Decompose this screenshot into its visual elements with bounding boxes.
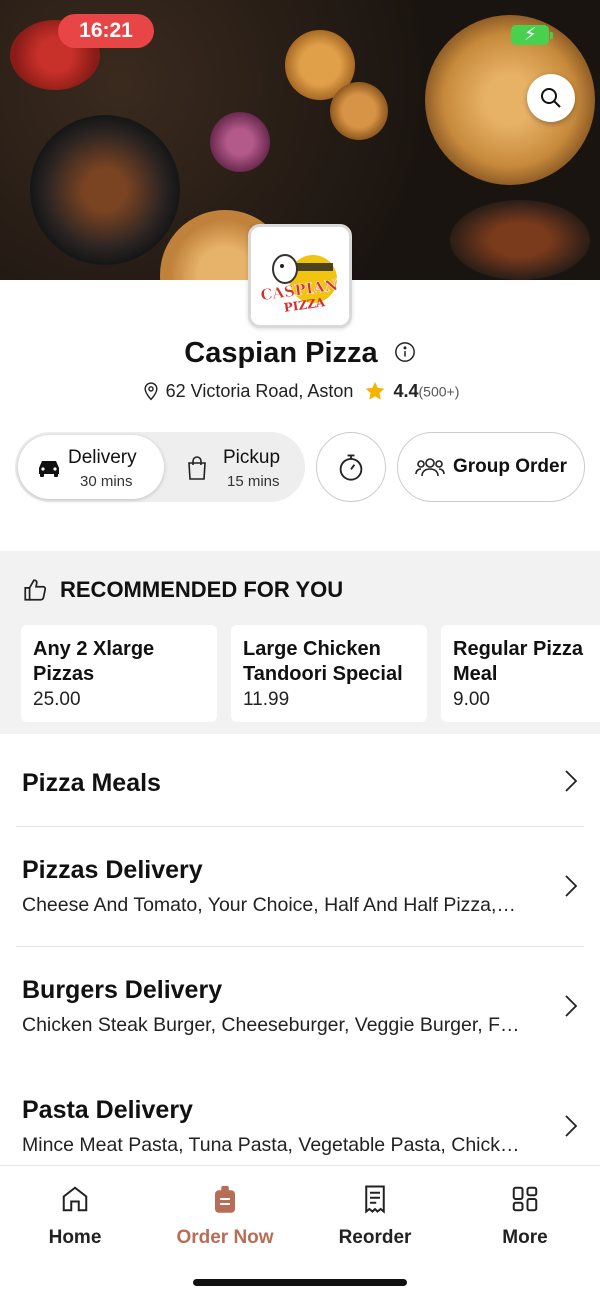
fulfilment-toggle: Delivery 30 mins Pickup 15 mins: [15, 432, 305, 502]
rating-count: (500+): [418, 383, 460, 400]
food-skewers-right: [450, 200, 590, 280]
recommended-heading: RECOMMENDED FOR YOU: [22, 577, 343, 603]
location-pin-icon: [144, 382, 158, 401]
rating-value: 4.4: [393, 380, 419, 401]
thumbs-up-icon: [24, 579, 47, 601]
restaurant-name: Caspian Pizza: [184, 337, 378, 369]
star-icon: [366, 382, 385, 400]
nav-label: Home: [48, 1227, 102, 1248]
search-button[interactable]: [527, 74, 575, 122]
delivery-option[interactable]: Delivery 30 mins: [18, 435, 164, 499]
group-order-button[interactable]: Group Order: [397, 432, 585, 502]
pickup-label: Pickup: [223, 447, 281, 468]
menu-category-pizza-meals[interactable]: Pizza Meals: [0, 740, 600, 826]
info-icon: [394, 341, 415, 362]
car-icon: [39, 461, 59, 477]
recommended-item-card[interactable]: Regular Pizza Meal 9.00: [441, 625, 600, 722]
receipt-icon: [365, 1185, 385, 1214]
menu-category-title: Pizza Meals: [22, 769, 161, 797]
restaurant-logo: CASPIAN PIZZA: [248, 224, 352, 328]
schedule-button[interactable]: [316, 432, 386, 502]
pickup-time: 15 mins: [227, 473, 280, 490]
nav-label: More: [502, 1227, 548, 1248]
recommended-item-card[interactable]: Any 2 Xlarge Pizzas 25.00: [21, 625, 217, 722]
food-skewers-plate: [30, 115, 180, 265]
recommended-item-name-line2: Pizzas: [33, 663, 95, 685]
home-indicator: [193, 1279, 407, 1286]
pickup-option[interactable]: Pickup 15 mins: [175, 435, 301, 499]
menu-category-burgers-delivery[interactable]: Burgers Delivery Chicken Steak Burger, C…: [0, 947, 600, 1067]
recommended-item-name-line1: Any 2 Xlarge: [33, 638, 155, 660]
recommended-section: RECOMMENDED FOR YOU Any 2 Xlarge Pizzas …: [0, 551, 600, 734]
chevron-right-icon: [565, 770, 578, 792]
info-button[interactable]: [394, 338, 416, 371]
food-burger-2: [330, 82, 388, 140]
nav-label: Reorder: [338, 1227, 412, 1248]
menu-category-title: Pasta Delivery: [22, 1096, 193, 1124]
recommended-item-price: 9.00: [453, 689, 490, 710]
menu-category-description: Chicken Steak Burger, Cheeseburger, Vegg…: [22, 1014, 520, 1036]
nav-home[interactable]: Home: [10, 1184, 140, 1249]
recommended-item-card[interactable]: Large Chicken Tandoori Special 11.99: [231, 625, 427, 722]
chevron-right-icon: [565, 1115, 578, 1137]
menu-category-pizzas-delivery[interactable]: Pizzas Delivery Cheese And Tomato, Your …: [0, 827, 600, 947]
restaurant-address: 62 Victoria Road, Aston: [165, 380, 354, 401]
recommended-item-name-line1: Regular Pizza: [453, 638, 584, 660]
nav-more[interactable]: More: [460, 1184, 590, 1249]
menu-category-title: Pizzas Delivery: [22, 856, 203, 884]
nav-order-now[interactable]: Order Now: [160, 1184, 290, 1249]
menu-category-title: Burgers Delivery: [22, 976, 223, 1004]
restaurant-title: Caspian Pizza: [0, 337, 600, 371]
group-people-icon: [415, 458, 445, 477]
recommended-heading-text: RECOMMENDED FOR YOU: [60, 577, 344, 602]
recommended-item-name-line1: Large Chicken: [243, 638, 381, 660]
recommended-item-price: 11.99: [243, 689, 290, 710]
recommended-item-name-line2: Tandoori Special: [243, 663, 403, 685]
menu-category-description: Mince Meat Pasta, Tuna Pasta, Vegetable …: [22, 1134, 520, 1156]
battery-icon: ⚡: [511, 24, 553, 45]
chevron-right-icon: [565, 875, 578, 897]
nav-label: Order Now: [176, 1227, 274, 1248]
order-bag-icon: [215, 1185, 235, 1213]
shopping-bag-icon: [188, 456, 206, 480]
stopwatch-icon: [339, 454, 363, 481]
nav-reorder[interactable]: Reorder: [310, 1184, 440, 1249]
delivery-label: Delivery: [68, 447, 137, 468]
search-icon: [541, 88, 561, 108]
recommended-item-price: 25.00: [33, 689, 81, 710]
food-onions: [210, 112, 270, 172]
status-time: 16:21: [58, 14, 154, 48]
grid-icon: [512, 1186, 538, 1212]
menu-category-description: Cheese And Tomato, Your Choice, Half And…: [22, 894, 516, 916]
address-row: 62 Victoria Road, Aston 4.4(500+): [0, 380, 600, 402]
delivery-time: 30 mins: [80, 473, 133, 490]
home-icon: [62, 1186, 88, 1212]
chevron-right-icon: [565, 995, 578, 1017]
menu-category-pasta-delivery[interactable]: Pasta Delivery Mince Meat Pasta, Tuna Pa…: [0, 1067, 600, 1165]
recommended-item-name-line2: Meal: [453, 663, 498, 685]
group-order-label: Group Order: [452, 456, 567, 477]
